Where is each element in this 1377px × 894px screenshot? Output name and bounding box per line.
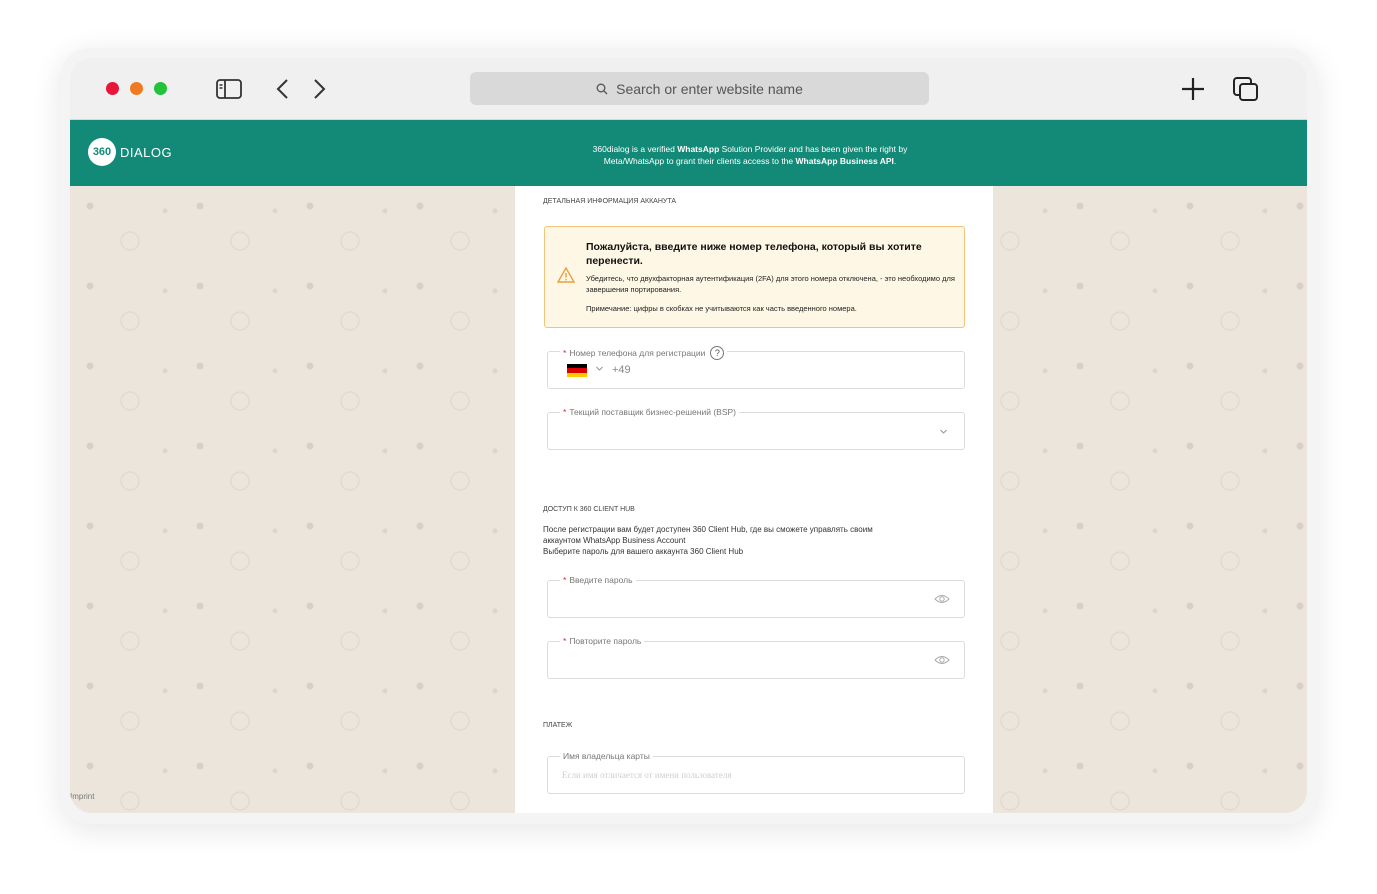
required-mark: * — [563, 407, 567, 417]
password-field[interactable]: * Введите пароль — [547, 575, 965, 618]
browser-window: Search or enter website name 360 DIALOG … — [70, 58, 1307, 813]
back-icon[interactable] — [268, 74, 296, 104]
required-mark: * — [563, 348, 567, 358]
hub-text-line: аккаунтом WhatsApp Business Account — [543, 536, 686, 545]
search-icon — [596, 83, 608, 94]
warning-alert: Пожалуйста, введите ниже номер телефона,… — [544, 226, 965, 328]
address-placeholder: Search or enter website name — [616, 80, 803, 97]
required-mark: * — [563, 575, 567, 585]
close-window-button[interactable] — [106, 82, 119, 95]
card-holder-label: Имя владельца карты — [560, 751, 653, 761]
eye-icon[interactable] — [934, 593, 950, 605]
banner-bold: WhatsApp — [677, 144, 720, 154]
maximize-window-button[interactable] — [154, 82, 167, 95]
warning-note: Примечание: цифры в скобках не учитывают… — [586, 304, 857, 313]
banner-text: . — [893, 156, 897, 166]
banner-text: Solution Provider and has been given the… — [719, 144, 908, 154]
phone-number-field[interactable]: * Номер телефона для регистрации ? +49 — [547, 346, 965, 389]
sidebar-icon[interactable] — [214, 74, 244, 104]
eye-icon[interactable] — [934, 654, 950, 666]
card-holder-field[interactable]: Имя владельца карты Если имя отличается … — [547, 751, 965, 794]
tabs-icon[interactable] — [1230, 74, 1262, 104]
plus-icon[interactable] — [1178, 74, 1208, 104]
bsp-select[interactable]: * Текщий поставщик бизнес-решений (BSP) — [547, 407, 965, 450]
hub-description: После регистрации вам будет доступен 360… — [543, 524, 963, 557]
banner-text: Meta/WhatsApp to grant their clients acc… — [603, 156, 796, 166]
banner-bold: WhatsApp Business API — [795, 156, 894, 166]
address-bar[interactable]: Search or enter website name — [470, 72, 929, 105]
password-repeat-label: * Повторите пароль — [560, 636, 645, 646]
card-holder-placeholder: Если имя отличается от имени пользовател… — [562, 770, 732, 780]
account-section-title: ДЕТАЛЬНАЯ ИНФОРМАЦИЯ АККАНУТА — [543, 198, 677, 205]
forward-icon[interactable] — [306, 74, 334, 104]
chevron-down-icon[interactable] — [595, 364, 604, 373]
dial-code: +49 — [612, 364, 631, 376]
bsp-label: * Текщий поставщик бизнес-решений (BSP) — [560, 407, 740, 417]
logo-text: DIALOG — [120, 144, 173, 160]
chevron-down-icon[interactable] — [939, 427, 948, 436]
warning-text: Убедитесь, что двухфакторная аутентифика… — [586, 274, 955, 294]
hub-text-line: Выберите пароль для вашего аккаунта 360 … — [543, 547, 744, 556]
logo-mark: 360 — [88, 138, 116, 166]
germany-flag-icon[interactable] — [567, 364, 587, 377]
card-holder-label-text: Имя владельца карты — [563, 751, 650, 761]
help-icon[interactable]: ? — [710, 346, 725, 360]
browser-toolbar: Search or enter website name — [70, 58, 1307, 120]
password-label: * Введите пароль — [560, 575, 636, 585]
minimize-window-button[interactable] — [130, 82, 143, 95]
phone-label-text: Номер телефона для регистрации — [569, 348, 706, 358]
hub-text-line: После регистрации вам будет доступен 360… — [543, 525, 873, 534]
password-label-text: Введите пароль — [569, 575, 633, 585]
banner-text: 360dialog is a verified — [592, 144, 678, 154]
warning-icon — [557, 267, 575, 283]
360dialog-logo[interactable]: 360 DIALOG — [88, 138, 172, 166]
banner-message: 360dialog is a verified WhatsApp Solutio… — [470, 143, 1030, 167]
password-repeat-label-text: Повторите пароль — [569, 636, 642, 646]
imprint-link[interactable]: Imprint — [70, 792, 94, 801]
phone-number-label: * Номер телефона для регистрации ? — [560, 346, 728, 360]
warning-title: Пожалуйста, введите ниже номер телефона,… — [586, 241, 922, 267]
password-repeat-field[interactable]: * Повторите пароль — [547, 636, 965, 679]
signup-form: ДЕТАЛЬНАЯ ИНФОРМАЦИЯ АККАНУТА Пожалуйста… — [515, 186, 993, 813]
bsp-label-text: Текщий поставщик бизнес-решений (BSP) — [569, 407, 737, 417]
hub-section-title: ДОСТУП К 360 CLIENT HUB — [543, 506, 635, 513]
payment-section-title: ПЛАТЕЖ — [543, 722, 573, 729]
provider-banner: 360 DIALOG 360dialog is a verified Whats… — [70, 120, 1307, 186]
required-mark: * — [563, 636, 567, 646]
